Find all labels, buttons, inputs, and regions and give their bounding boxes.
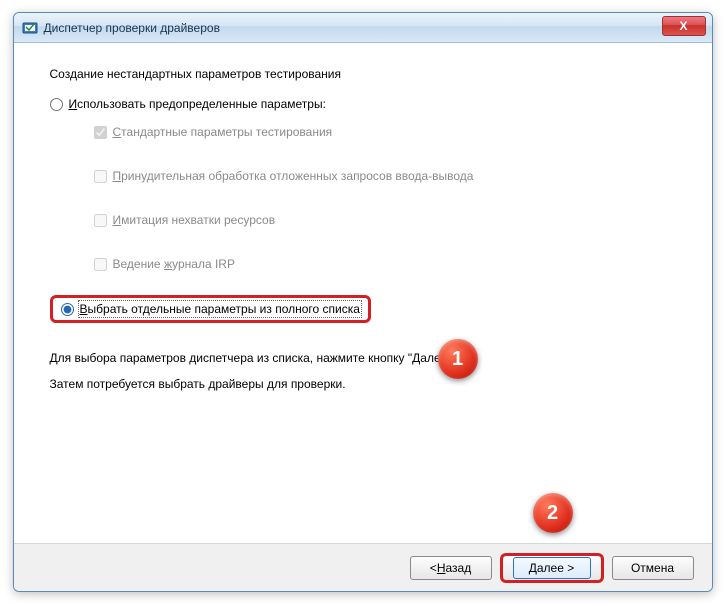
check-standard-label: Стандартные параметры тестирования bbox=[113, 125, 333, 139]
check-irplog-label: Ведение журнала IRP bbox=[113, 257, 235, 271]
radio-custom[interactable] bbox=[61, 303, 74, 316]
radio-custom-highlight: Выбрать отдельные параметры из полного с… bbox=[50, 295, 371, 323]
close-button[interactable]: X bbox=[662, 16, 706, 36]
annotation-marker-2: 2 bbox=[533, 493, 573, 533]
check-forced-label: Принудительная обработка отложенных запр… bbox=[113, 169, 474, 183]
instructions-line1: Для выбора параметров диспетчера из спис… bbox=[50, 345, 676, 371]
radio-predefined-row: Использовать предопределенные параметры: bbox=[50, 97, 676, 111]
next-button[interactable]: Далее > bbox=[513, 557, 591, 579]
check-standard-row: Стандартные параметры тестирования bbox=[94, 125, 676, 139]
radio-predefined-label[interactable]: Использовать предопределенные параметры: bbox=[69, 97, 326, 111]
cancel-button[interactable]: Отмена bbox=[612, 556, 694, 580]
titlebar: Диспетчер проверки драйверов X bbox=[14, 13, 712, 43]
instructions-line2: Затем потребуется выбрать драйверы для п… bbox=[50, 371, 676, 397]
check-irplog bbox=[94, 258, 107, 271]
content-area: Создание нестандартных параметров тестир… bbox=[14, 43, 712, 398]
window-title: Диспетчер проверки драйверов bbox=[44, 21, 220, 35]
section-title: Создание нестандартных параметров тестир… bbox=[50, 67, 676, 81]
next-button-highlight: Далее > bbox=[500, 553, 604, 583]
radio-custom-label[interactable]: Выбрать отдельные параметры из полного с… bbox=[80, 302, 360, 316]
check-lowres-row: Имитация нехватки ресурсов bbox=[94, 213, 676, 227]
dialog-window: Диспетчер проверки драйверов X Создание … bbox=[13, 12, 713, 592]
predefined-options: Стандартные параметры тестирования Прину… bbox=[94, 125, 676, 271]
check-standard bbox=[94, 126, 107, 139]
annotation-marker-1: 1 bbox=[438, 339, 478, 379]
check-irplog-row: Ведение журнала IRP bbox=[94, 257, 676, 271]
check-lowres bbox=[94, 214, 107, 227]
check-forced bbox=[94, 170, 107, 183]
check-forced-row: Принудительная обработка отложенных запр… bbox=[94, 169, 676, 183]
back-button[interactable]: < Назад bbox=[410, 556, 492, 580]
check-lowres-label: Имитация нехватки ресурсов bbox=[113, 213, 276, 227]
footer: < Назад Далее > Отмена bbox=[14, 543, 712, 591]
radio-predefined[interactable] bbox=[50, 98, 63, 111]
close-icon: X bbox=[679, 19, 687, 33]
instructions: Для выбора параметров диспетчера из спис… bbox=[50, 345, 676, 398]
app-icon bbox=[22, 20, 38, 36]
